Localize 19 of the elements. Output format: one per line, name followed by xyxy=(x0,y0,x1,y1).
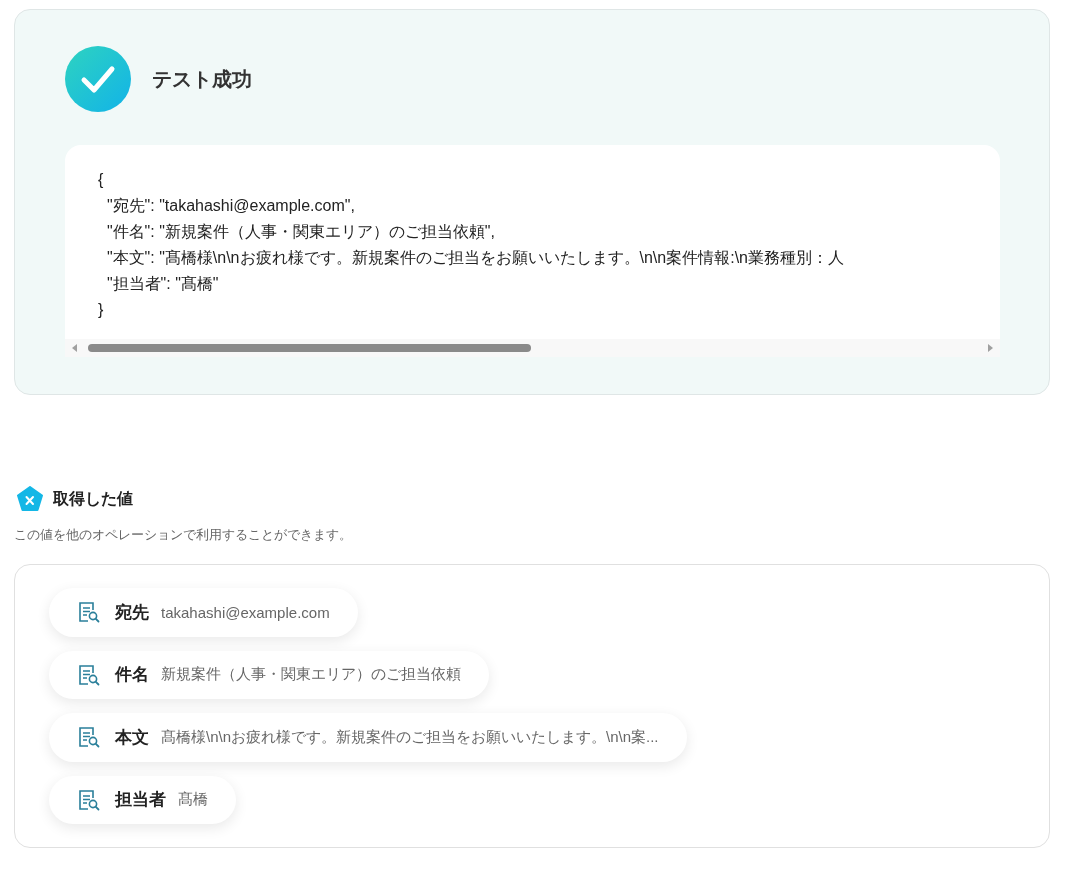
value-chip[interactable]: 宛先 takahashi@example.com xyxy=(49,588,358,637)
document-search-icon xyxy=(77,725,101,750)
code-line: { xyxy=(98,170,105,190)
code-line: } xyxy=(98,300,105,320)
code-line: "担当者": "髙橋" xyxy=(105,274,220,294)
scrollbar-drawing[interactable] xyxy=(65,339,1000,357)
value-chip[interactable]: 本文 髙橋様\n\nお疲れ様です。新規案件のご担当をお願いいたします。\n\n案... xyxy=(49,713,687,762)
document-search-icon xyxy=(77,600,101,625)
value-chip[interactable]: 件名 新規案件（人事・関東エリア）のご担当依頼 xyxy=(49,650,489,699)
variable-icon xyxy=(17,486,43,512)
document-search-icon xyxy=(77,787,101,812)
section-description: この値を他のオペレーションで利用することができます。 xyxy=(14,526,353,544)
code-line: "件名": "新規案件（人事・関東エリア）のご担当依頼", xyxy=(105,222,496,242)
result-title: テスト成功 xyxy=(152,66,252,92)
code-line: "本文": "髙橋様\n\nお疲れ様です。新規案件のご担当をお願いいたします。\n\n案件情報:\n業務種別：人 xyxy=(105,248,845,268)
value-chip[interactable]: 担当者 髙橋 xyxy=(49,775,236,824)
section-title: 取得した値 xyxy=(53,488,133,509)
code-line: "宛先": "takahashi@example.com", xyxy=(105,196,356,216)
document-search-icon xyxy=(77,662,101,687)
